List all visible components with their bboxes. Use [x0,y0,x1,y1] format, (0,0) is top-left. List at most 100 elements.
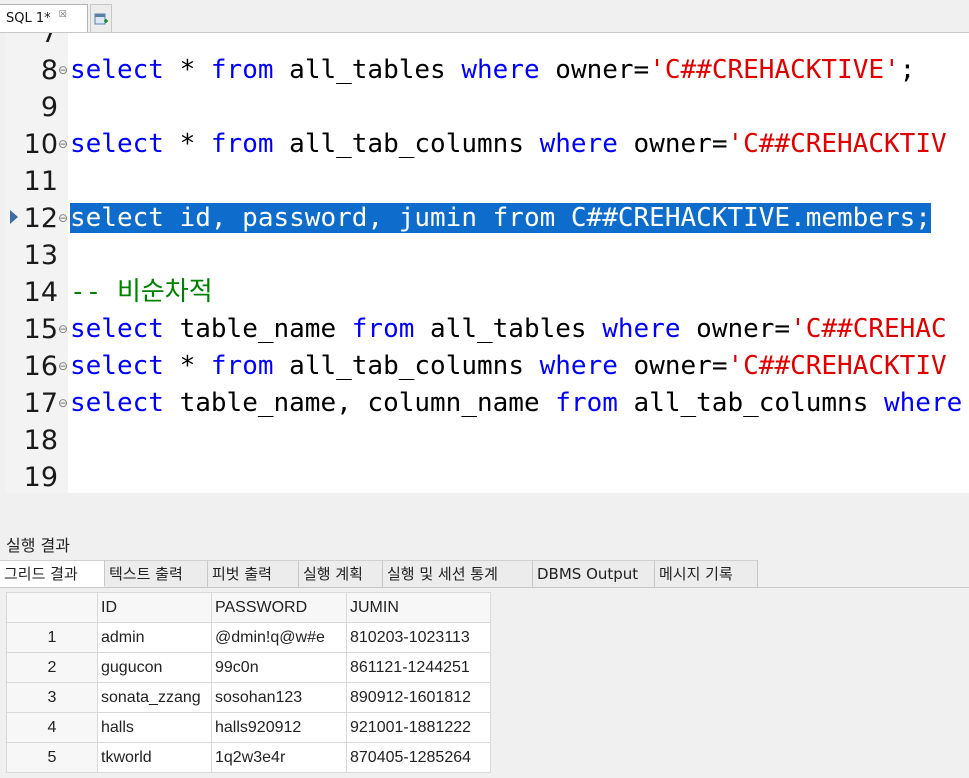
sql-text: all_tab_columns [617,388,884,418]
table-row[interactable]: 2 gugucon 99c0n 861121-1244251 [6,652,491,683]
line-number: 16 [23,351,58,382]
row-number-cell[interactable]: 4 [6,712,98,743]
results-panel-title: 실행 결과 [6,536,70,555]
sql-text: owner= [617,129,728,159]
sql-text: all_tables [414,314,603,344]
results-tab[interactable]: 실행 계획 [299,560,383,587]
table-row[interactable]: 4 halls halls920912 921001-1881222 [6,712,491,743]
sql-text: all_tables [273,55,462,85]
grid-corner-cell[interactable] [6,592,98,623]
code-line[interactable]: 16 ⊖ select * from all_tab_columns where o… [6,348,969,385]
sql-text: all_tab_columns [273,129,540,159]
code-text[interactable]: select * from all_tables where owner='C#… [70,52,915,89]
grid-cell[interactable]: sonata_zzang [97,682,212,713]
line-number: 12 [23,203,58,234]
sql-text: table_name, column_name [163,388,556,418]
results-tab[interactable]: 피벗 출력 [208,560,299,587]
grid-cell[interactable]: @dmin!q@w#e [211,622,347,653]
grid-cell[interactable]: 810203-1023113 [346,622,491,653]
code-line[interactable]: 11 [6,163,969,200]
results-tab[interactable]: 텍스트 출력 [105,560,208,587]
grid-cell[interactable]: admin [97,622,212,653]
close-tab-icon[interactable]: ☒ [59,10,67,20]
grid-cell[interactable]: halls920912 [211,712,347,743]
results-tab[interactable]: 실행 및 세션 통계 [383,560,533,587]
sql-keyword: where [539,129,618,159]
sql-text: owner= [680,314,791,344]
line-number: 13 [23,240,58,271]
row-number-cell[interactable]: 1 [6,622,98,653]
sql-keyword: from [351,314,415,344]
grid-cell[interactable]: 1q2w3e4r [211,742,347,773]
line-number: 8 [40,55,58,86]
sql-keyword: select [70,388,164,418]
line-number: 18 [23,425,58,456]
code-text[interactable]: -- 비순차적 [70,274,213,311]
code-line[interactable]: 10 ⊖ select * from all_tab_columns where o… [6,126,969,163]
results-tab[interactable]: 그리드 결과 [0,560,105,587]
code-line[interactable]: 8 ⊖ select * from all_tables where owner='… [6,52,969,89]
code-text[interactable]: select * from all_tab_columns where owne… [70,348,947,385]
row-number-cell[interactable]: 2 [6,652,98,683]
fold-toggle-icon[interactable]: ⊖ [58,200,70,237]
code-line[interactable]: 7 [6,33,969,52]
grid-cell[interactable]: 99c0n [211,652,347,683]
row-number-cell[interactable]: 5 [6,742,98,773]
line-number: 7 [40,33,58,49]
line-number: 14 [23,277,58,308]
sql-text: ; [899,55,916,85]
code-text[interactable]: select * from all_tab_columns where owne… [70,126,947,163]
code-line[interactable]: 17 ⊖ select table_name, column_name from a… [6,385,969,422]
sql-text: * [163,351,211,381]
new-tab-button[interactable] [90,4,112,32]
sql-keyword: from [210,351,274,381]
row-number-cell[interactable]: 3 [6,682,98,713]
code-line[interactable]: 12 ⊖ select id, password, jumin from C##CR… [6,200,969,237]
line-number: 9 [40,92,58,123]
code-text[interactable]: select table_name, column_name from all_… [70,385,962,422]
results-tab[interactable]: 메시지 기록 [655,560,758,587]
sql-keyword: where [884,388,963,418]
table-row[interactable]: 1 admin @dmin!q@w#e 810203-1023113 [6,622,491,653]
code-text[interactable]: select table_name from all_tables where … [70,311,947,348]
fold-toggle-icon[interactable]: ⊖ [58,385,70,422]
grid-column-header[interactable]: PASSWORD [211,592,347,623]
fold-toggle-icon[interactable]: ⊖ [58,52,70,89]
sql-string: 'C##CREHACKTIV [727,351,947,381]
grid-cell[interactable]: 870405-1285264 [346,742,491,773]
code-line[interactable]: 15 ⊖ select table_name from all_tables whe… [6,311,969,348]
grid-cell[interactable]: 890912-1601812 [346,682,491,713]
table-row[interactable]: 5 tkworld 1q2w3e4r 870405-1285264 [6,742,491,773]
grid-cell[interactable]: 861121-1244251 [346,652,491,683]
grid-cell[interactable]: sosohan123 [211,682,347,713]
code-line[interactable]: 13 [6,237,969,274]
code-line[interactable]: 18 [6,422,969,459]
sql-string: 'C##CREHAC [790,314,947,344]
grid-cell[interactable]: 921001-1881222 [346,712,491,743]
sql-keyword: where [539,351,618,381]
grid-cell[interactable]: halls [97,712,212,743]
sql-editor[interactable]: 7 8 ⊖ select * from all_tables where owner=… [6,33,969,493]
grid-column-header[interactable]: JUMIN [346,592,491,623]
code-line[interactable]: 19 [6,459,969,493]
code-text[interactable]: select id, password, jumin from C##CREHA… [70,200,931,237]
line-number: 11 [23,166,58,197]
sql-string: 'C##CREHACKTIVE' [649,55,900,85]
grid-cell[interactable]: gugucon [97,652,212,683]
result-grid[interactable]: ID PASSWORD JUMIN 1 admin @dmin!q@w#e 810203-… [6,592,491,773]
fold-toggle-icon[interactable]: ⊖ [58,126,70,163]
sql-string: 'C##CREHACKTIV [727,129,947,159]
grid-cell[interactable]: tkworld [97,742,212,773]
sql-text: * [163,129,211,159]
fold-toggle-icon[interactable]: ⊖ [58,348,70,385]
selected-text: select id, password, jumin from C##CREHA… [70,203,931,233]
grid-column-header[interactable]: ID [97,592,212,623]
code-line[interactable]: 14 -- 비순차적 [6,274,969,311]
line-number: 10 [23,129,58,160]
code-line[interactable]: 9 [6,89,969,126]
tab-sql-1[interactable]: SQL 1* ☒ [0,4,88,32]
table-row[interactable]: 3 sonata_zzang sosohan123 890912-1601812 [6,682,491,713]
sql-keyword: where [461,55,540,85]
results-tab[interactable]: DBMS Output [533,560,655,587]
fold-toggle-icon[interactable]: ⊖ [58,311,70,348]
